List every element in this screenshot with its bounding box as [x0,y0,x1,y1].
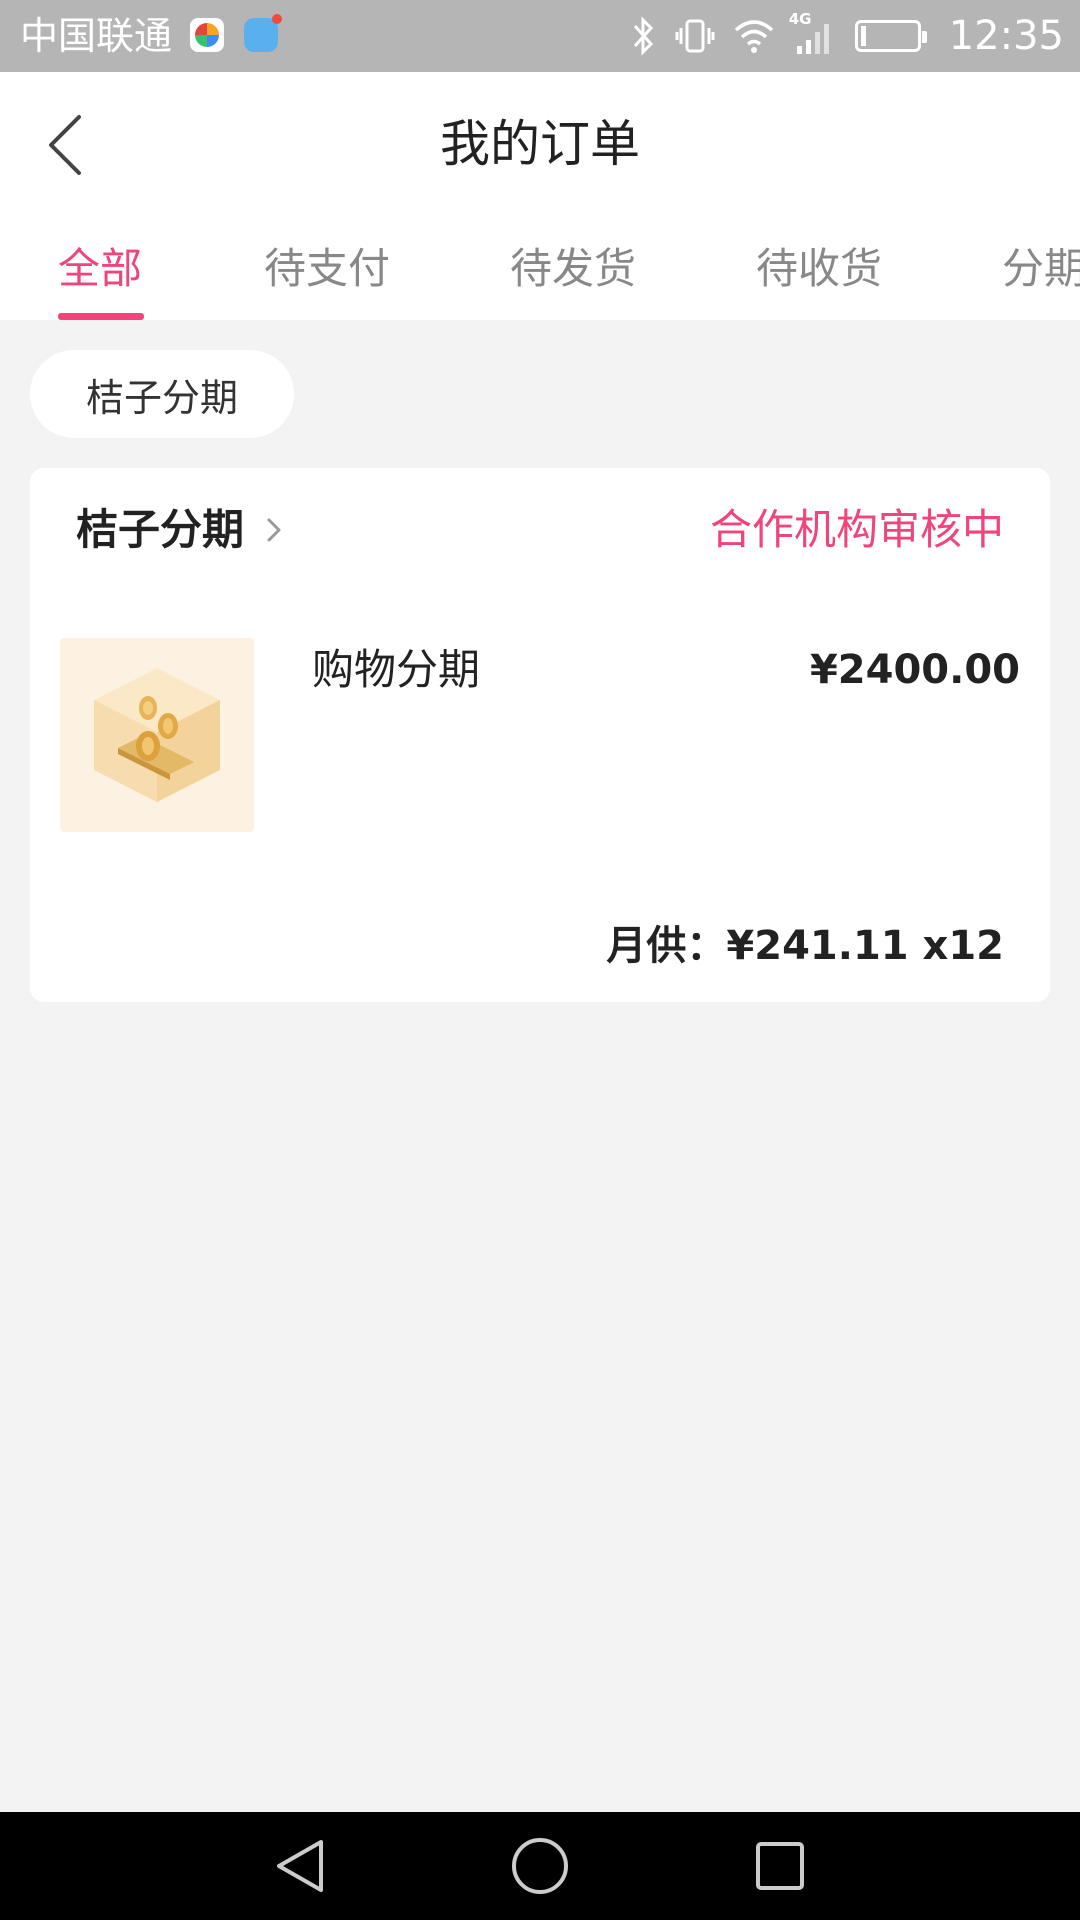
signal-icon: 4G [789,10,837,56]
coin-box-icon [60,638,254,832]
network-type: 4G [788,10,812,28]
triangle-back-icon [277,1840,323,1892]
message-notification-icon [244,14,282,52]
product-name: 购物分期 [312,645,481,694]
monthly-amount: ¥241.11 x12 [726,923,1004,969]
merchant-link[interactable]: 桔子分期 [76,502,282,558]
tab-pending-shipment[interactable]: 待发货 [510,242,636,296]
filter-chip[interactable]: 桔子分期 [30,350,294,438]
clock: 12:35 [948,13,1064,59]
chevron-right-icon [267,518,281,542]
tab-pending-receipt[interactable]: 待收货 [756,242,882,296]
nav-home-button[interactable] [510,1836,570,1896]
tab-indicator [58,313,144,320]
square-recents-icon [756,1842,804,1890]
monthly-payment: 月供： ¥241.11 x12 [606,918,1004,974]
product-image [60,638,254,832]
monthly-label: 月供： [606,923,727,969]
page-title: 我的订单 [440,115,640,173]
status-icons: 4G 12:35 [631,10,1064,62]
order-status: 合作机构审核中 [709,505,1004,554]
header: 我的订单 [0,72,1080,218]
battery-icon [854,16,927,56]
nav-back-button[interactable] [270,1836,330,1896]
status-bar: 中国联通 4G 12:35 [0,0,1080,72]
order-card[interactable]: 桔子分期 合作机构审核中 购物分期 ¥2400.00 月供： ¥241.11 x… [30,468,1050,1002]
vibrate-icon [675,16,715,56]
circle-home-icon [512,1838,568,1894]
product-price: ¥2400.00 [809,647,1020,693]
nav-recents-button[interactable] [750,1836,810,1896]
system-nav-bar [0,1812,1080,1920]
wifi-icon [733,16,775,56]
bluetooth-icon [631,16,657,56]
order-tabs: 全部 待支付 待发货 待收货 分期 [0,218,1080,320]
carrier-name: 中国联通 [20,14,173,58]
tab-installment[interactable]: 分期 [1002,242,1080,296]
tab-all[interactable]: 全部 [58,242,142,296]
tab-pending-payment[interactable]: 待支付 [264,242,390,296]
app-notification-icon [190,18,224,52]
merchant-name: 桔子分期 [76,505,245,554]
